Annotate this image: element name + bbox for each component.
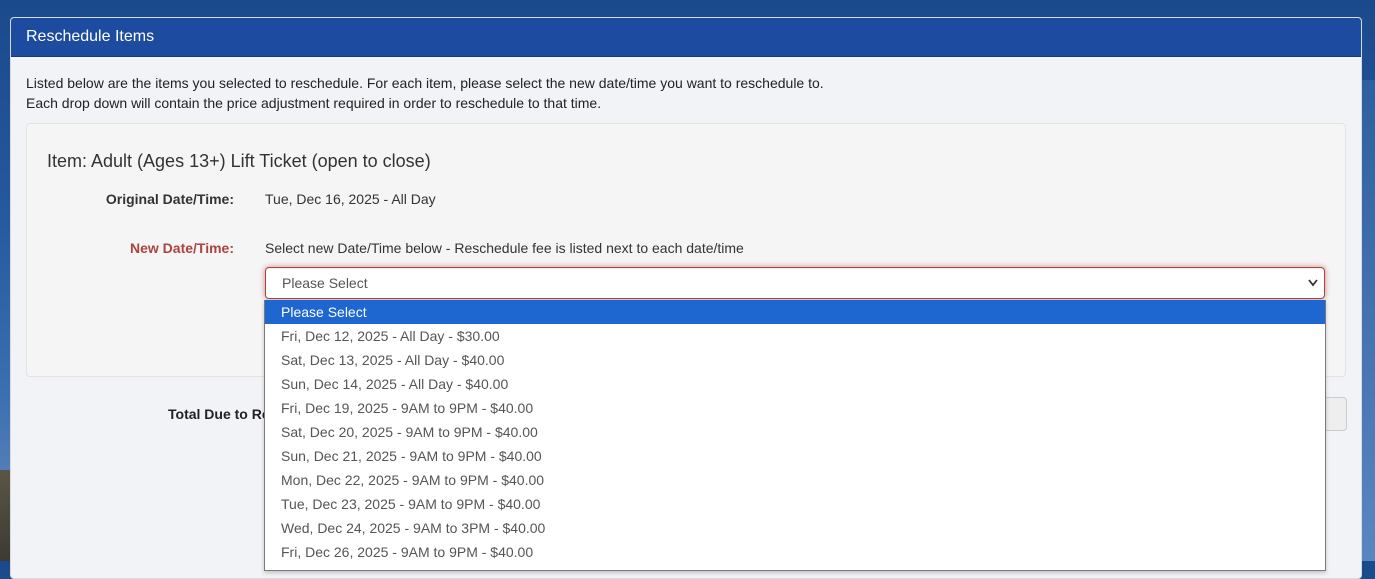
dropdown-option[interactable]: Tue, Dec 23, 2025 - 9AM to 9PM - $40.00	[265, 492, 1325, 516]
dropdown-option[interactable]: Please Select	[265, 300, 1325, 324]
new-date-select[interactable]: Please Select	[265, 267, 1325, 299]
dropdown-option[interactable]: Wed, Dec 24, 2025 - 9AM to 3PM - $40.00	[265, 516, 1325, 540]
dropdown-option[interactable]: Sat, Dec 13, 2025 - All Day - $40.00	[265, 348, 1325, 372]
dropdown-option[interactable]: Sat, Dec 20, 2025 - 9AM to 9PM - $40.00	[265, 420, 1325, 444]
dropdown-option[interactable]: Sun, Dec 21, 2025 - 9AM to 9PM - $40.00	[265, 444, 1325, 468]
original-date-value: Tue, Dec 16, 2025 - All Day	[265, 191, 436, 207]
total-due-label: Total Due to Re	[168, 406, 270, 422]
instructions-line-2: Each drop down will contain the price ad…	[26, 95, 602, 111]
dropdown-option[interactable]: Fri, Dec 12, 2025 - All Day - $30.00	[265, 324, 1325, 348]
dropdown-option[interactable]: Sun, Dec 14, 2025 - All Day - $40.00	[265, 372, 1325, 396]
instructions-line-1: Listed below are the items you selected …	[26, 75, 824, 91]
new-date-help: Select new Date/Time below - Reschedule …	[265, 240, 744, 256]
new-date-select-value: Please Select	[282, 275, 368, 291]
original-date-label: Original Date/Time:	[105, 191, 234, 207]
panel-title: Reschedule Items	[11, 18, 1361, 57]
new-date-label: New Date/Time:	[130, 240, 234, 256]
dropdown-option[interactable]: Fri, Dec 19, 2025 - 9AM to 9PM - $40.00	[265, 396, 1325, 420]
date-dropdown-list[interactable]: Please Select Fri, Dec 12, 2025 - All Da…	[264, 300, 1326, 571]
dropdown-option[interactable]: Fri, Dec 26, 2025 - 9AM to 9PM - $40.00	[265, 540, 1325, 564]
item-title: Item: Adult (Ages 13+) Lift Ticket (open…	[47, 151, 431, 171]
dropdown-option[interactable]: Mon, Dec 22, 2025 - 9AM to 9PM - $40.00	[265, 468, 1325, 492]
background-photo-right	[1361, 80, 1375, 561]
instructions: Listed below are the items you selected …	[11, 57, 1361, 113]
